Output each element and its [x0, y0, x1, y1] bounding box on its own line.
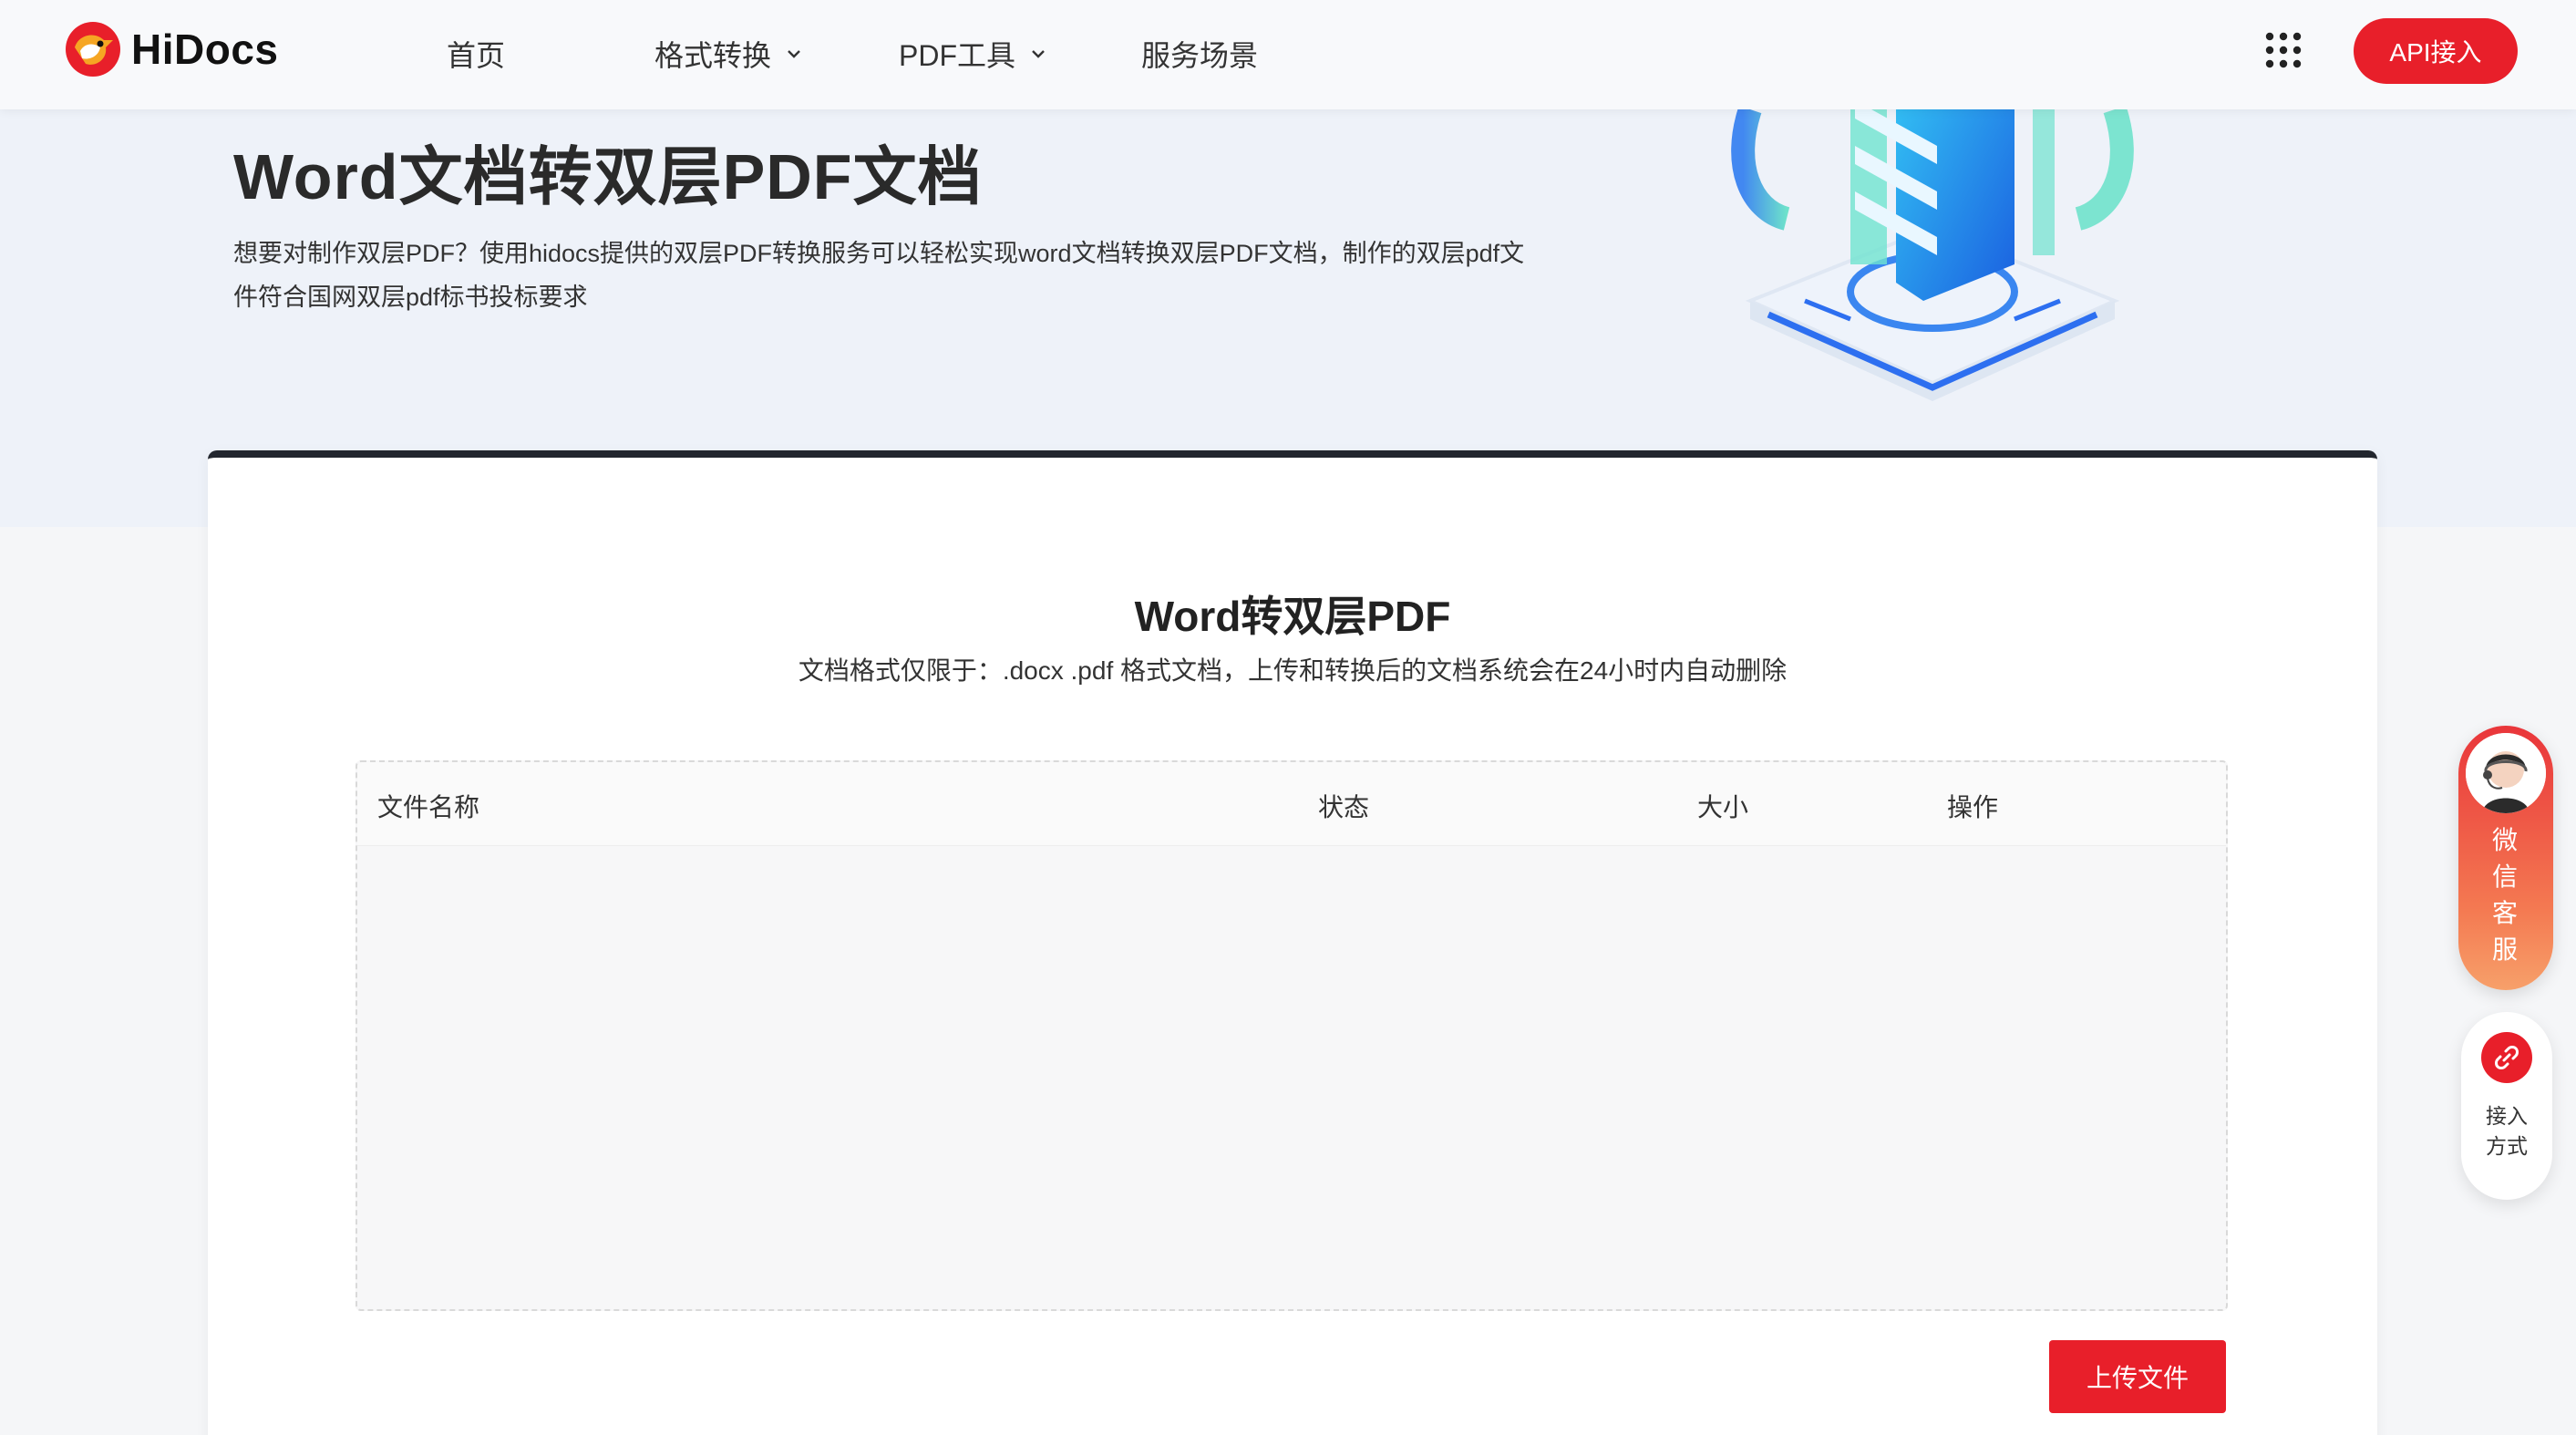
grid-icon[interactable] — [2264, 31, 2303, 69]
logo-icon — [66, 22, 120, 77]
converter-subtitle: 文档格式仅限于：.docx .pdf 格式文档，上传和转换后的文档系统会在24小… — [798, 656, 1788, 685]
api-access-button[interactable]: API接入 — [2354, 18, 2518, 84]
chevron-down-icon — [788, 50, 800, 58]
column-header-actions: 操作 — [1947, 793, 1999, 821]
chevron-down-icon — [1032, 50, 1045, 58]
nav-format-convert-label: 格式转换 — [654, 39, 772, 72]
converter-title: Word转双层PDF — [1134, 593, 1451, 640]
wechat-support-label: 微信客服 — [2492, 826, 2520, 964]
table-header: 文件名称 状态 大小 操作 — [357, 762, 2226, 846]
file-table-dropzone[interactable]: 文件名称 状态 大小 操作 — [355, 760, 2228, 1311]
nav-home[interactable]: 首页 — [447, 33, 505, 75]
brand-name: HiDocs — [131, 26, 279, 73]
nav-home-label: 首页 — [447, 39, 506, 72]
hero-description: 想要对制作双层PDF？使用hidocs提供的双层PDF转换服务可以轻松实现wor… — [233, 240, 1525, 311]
connect-method-widget[interactable]: 接入 方式 — [2461, 1012, 2552, 1200]
top-navbar: HiDocs 首页 格式转换 PDF工具 服务场景 API接入 — [0, 0, 2576, 109]
nav-pdf-tools[interactable]: PDF工具 — [899, 33, 1048, 75]
nav-pdf-tools-label: PDF工具 — [899, 39, 1016, 72]
link-icon — [2481, 1032, 2532, 1083]
upload-file-button[interactable]: 上传文件 — [2049, 1340, 2226, 1413]
support-agent-avatar-icon — [2466, 733, 2546, 813]
column-header-size: 大小 — [1697, 793, 1749, 821]
column-header-filename: 文件名称 — [377, 793, 480, 821]
nav-service-scenarios[interactable]: 服务场景 — [1141, 33, 1258, 75]
wechat-support-widget[interactable]: 微信客服 — [2458, 726, 2553, 990]
logo[interactable]: HiDocs — [64, 20, 278, 78]
converter-card: Word转双层PDF 文档格式仅限于：.docx .pdf 格式文档，上传和转换… — [208, 450, 2377, 1435]
nav-format-convert[interactable]: 格式转换 — [654, 33, 804, 75]
connect-method-label: 接入 方式 — [2486, 1104, 2528, 1158]
nav-service-scenarios-label: 服务场景 — [1141, 39, 1259, 72]
page-title: Word文档转双层PDF文档 — [233, 141, 983, 212]
column-header-status: 状态 — [1318, 793, 1370, 821]
